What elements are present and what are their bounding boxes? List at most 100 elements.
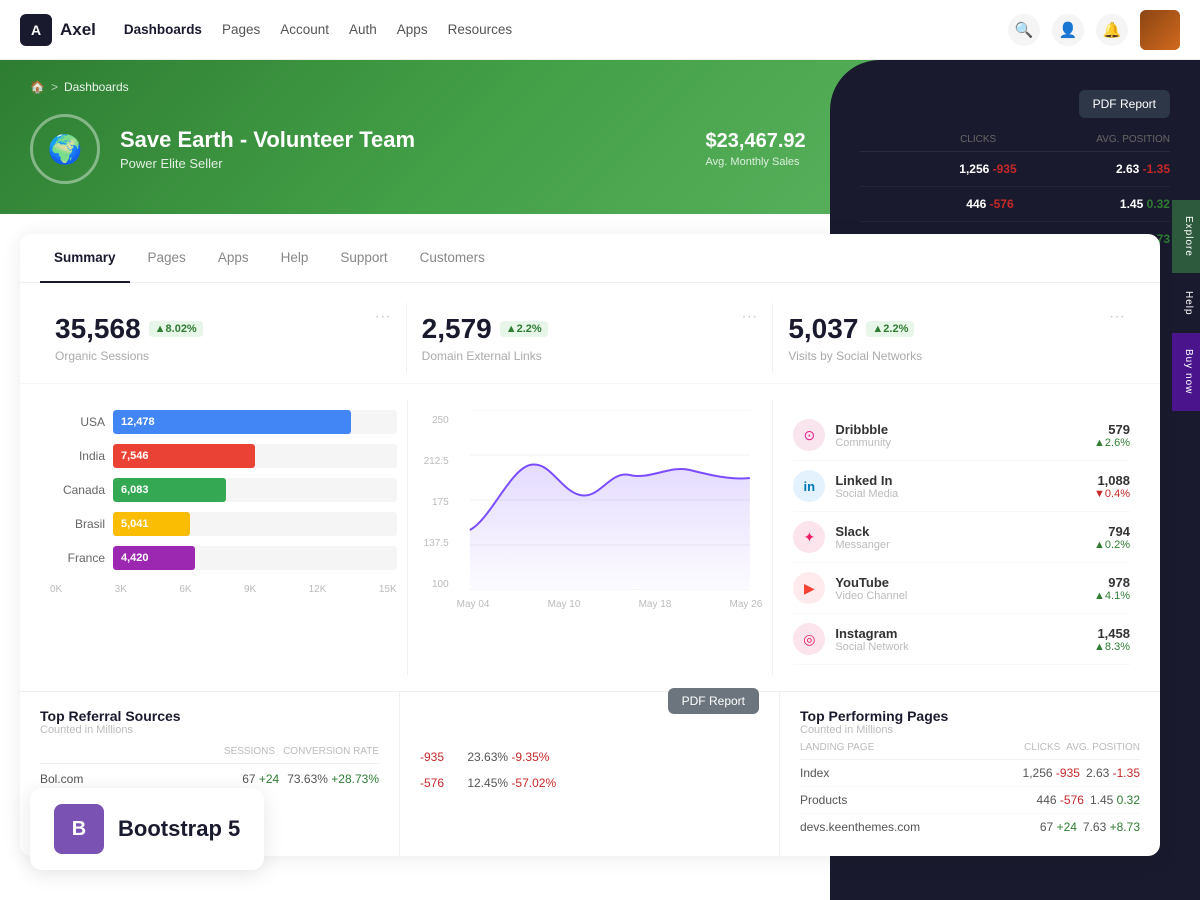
y-axis-labels: 250212.5175137.5100: [418, 410, 453, 610]
search-icon[interactable]: 🔍: [1008, 14, 1040, 46]
nav-pages[interactable]: Pages: [222, 18, 260, 41]
dark-pos-2: 1.45 0.32: [1120, 197, 1170, 211]
social-count: 1,088: [1094, 473, 1130, 488]
metric-badge-2: ▲2.2%: [500, 321, 548, 337]
tab-customers[interactable]: Customers: [406, 234, 499, 283]
bar-fill-india: 7,546: [113, 444, 255, 468]
nav-account[interactable]: Account: [280, 18, 329, 41]
bootstrap-icon: B: [54, 804, 104, 854]
main-layout: Summary Pages Apps Help Support Customer…: [0, 214, 1200, 876]
bar-row-brasil: Brasil 5,041: [50, 512, 397, 536]
side-tab-explore[interactable]: Explore: [1172, 200, 1200, 273]
bar-label-france: France: [50, 551, 105, 565]
social-count: 579: [1094, 422, 1130, 437]
metric-menu-2[interactable]: ···: [741, 308, 757, 326]
bar-track-usa: 12,478: [113, 410, 397, 434]
performing-header: LANDING PAGE CLICKS AVG. POSITION: [800, 742, 1140, 760]
social-name: Slack: [835, 524, 1084, 539]
page-1: Index: [800, 766, 1017, 780]
col-landing: LANDING PAGE: [800, 742, 1018, 753]
pdf-btn-container: PDF Report: [420, 708, 759, 714]
page-3: devs.keenthemes.com: [800, 820, 1034, 834]
pdf-report-btn[interactable]: PDF Report: [668, 688, 759, 714]
nav-apps[interactable]: Apps: [397, 18, 428, 41]
hero-title: Save Earth - Volunteer Team: [120, 127, 415, 153]
nav-links: Dashboards Pages Account Auth Apps Resou…: [124, 18, 980, 41]
tab-pages[interactable]: Pages: [134, 234, 200, 283]
breadcrumb-current: Dashboards: [64, 80, 129, 94]
social-row-slack: ✦ Slack Messanger 794 ▲0.2%: [793, 512, 1130, 563]
metric-menu-3[interactable]: ···: [1109, 308, 1125, 326]
tab-help[interactable]: Help: [267, 234, 323, 283]
social-row-instagram: ◎ Instagram Social Network 1,458 ▲8.3%: [793, 614, 1130, 665]
sessions-neg-1: -935: [420, 750, 444, 764]
social-info-youtube: YouTube Video Channel: [835, 575, 1084, 602]
performing-section: Top Performing Pages Counted in Millions…: [780, 692, 1160, 856]
pdf-report-dark-btn[interactable]: PDF Report: [1079, 90, 1170, 118]
performing-subtitle: Counted in Millions: [800, 724, 1140, 736]
metric-menu-1[interactable]: ···: [375, 308, 391, 326]
social-type: Social Media: [835, 488, 1084, 500]
hero-logo: 🌍: [30, 114, 100, 184]
nav-dashboards[interactable]: Dashboards: [124, 18, 202, 41]
bar-track-france: 4,420: [113, 546, 397, 570]
referral-header: Top Referral Sources Counted in Millions: [40, 708, 379, 736]
bar-label-usa: USA: [50, 415, 105, 429]
brand[interactable]: A Axel: [20, 14, 96, 46]
social-info-linkedin: Linked In Social Media: [835, 473, 1084, 500]
metric-social: ··· 5,037 ▲2.2% Visits by Social Network…: [773, 303, 1140, 373]
dark-row-1: 1,256 -935 2.63 -1.35: [860, 152, 1170, 187]
social-name: YouTube: [835, 575, 1084, 590]
middle-row-2: -576 12.45% -57.02%: [420, 770, 759, 796]
social-section: ⊙ Dribbble Community 579 ▲2.6% in: [773, 400, 1140, 675]
middle-section: PDF Report -935 23.63% -9.35% -576 12.45…: [400, 692, 780, 856]
col-sessions: SESSIONS: [224, 746, 275, 757]
clicks-3: 67 +24: [1040, 820, 1077, 834]
conv-2: 12.45% -57.02%: [467, 776, 556, 790]
bar-row-france: France 4,420: [50, 546, 397, 570]
home-icon[interactable]: 🏠: [30, 80, 45, 94]
tab-bar: Summary Pages Apps Help Support Customer…: [20, 234, 1160, 283]
referral-subtitle: Counted in Millions: [40, 724, 181, 736]
referral-table-header: SESSIONS CONVERSION RATE: [40, 746, 379, 764]
referral-conv: 73.63% +28.73%: [287, 772, 379, 786]
bar-fill-france: 4,420: [113, 546, 195, 570]
bar-row-canada: Canada 6,083: [50, 478, 397, 502]
metric-value-2: 2,579 ▲2.2%: [422, 313, 742, 345]
social-change: ▲8.3%: [1094, 641, 1130, 653]
pos-1: 2.63 -1.35: [1086, 766, 1140, 780]
metrics-row: ··· 35,568 ▲8.02% Organic Sessions ··· 2…: [20, 283, 1160, 384]
tab-summary[interactable]: Summary: [40, 234, 130, 283]
nav-auth[interactable]: Auth: [349, 18, 377, 41]
user-icon[interactable]: 👤: [1052, 14, 1084, 46]
navbar: A Axel Dashboards Pages Account Auth App…: [0, 0, 1200, 60]
dark-clicks-2: 446 -576: [966, 197, 1013, 211]
social-type: Social Network: [835, 641, 1084, 653]
social-type: Community: [835, 437, 1084, 449]
content-card: Summary Pages Apps Help Support Customer…: [20, 234, 1160, 856]
bar-fill-usa: 12,478: [113, 410, 351, 434]
linkedin-icon: in: [793, 470, 825, 502]
nav-right: 🔍 👤 🔔: [1008, 10, 1180, 50]
bar-fill-brasil: 5,041: [113, 512, 190, 536]
notification-icon[interactable]: 🔔: [1096, 14, 1128, 46]
social-stats-dribbble: 579 ▲2.6%: [1094, 422, 1130, 449]
side-tab-help[interactable]: Help: [1172, 275, 1200, 332]
instagram-icon: ◎: [793, 623, 825, 655]
col-clicks: CLICKS: [1024, 742, 1060, 753]
tab-support[interactable]: Support: [326, 234, 401, 283]
metric-label-2: Domain External Links: [422, 349, 758, 363]
stat-value: $23,467.92: [706, 130, 806, 153]
social-info-slack: Slack Messanger: [835, 524, 1084, 551]
performing-title: Top Performing Pages: [800, 708, 1140, 724]
side-tab-buy[interactable]: Buy now: [1172, 333, 1200, 410]
metric-value-3: 5,037 ▲2.2%: [788, 313, 1109, 345]
tab-apps[interactable]: Apps: [204, 234, 263, 283]
line-chart-section: 250212.5175137.5100: [407, 400, 774, 675]
brand-icon: A: [20, 14, 52, 46]
nav-resources[interactable]: Resources: [448, 18, 513, 41]
dark-col-pos: AVG. POSITION: [1096, 134, 1170, 145]
social-count: 794: [1094, 524, 1130, 539]
avatar[interactable]: [1140, 10, 1180, 50]
metric-badge-1: ▲8.02%: [149, 321, 203, 337]
